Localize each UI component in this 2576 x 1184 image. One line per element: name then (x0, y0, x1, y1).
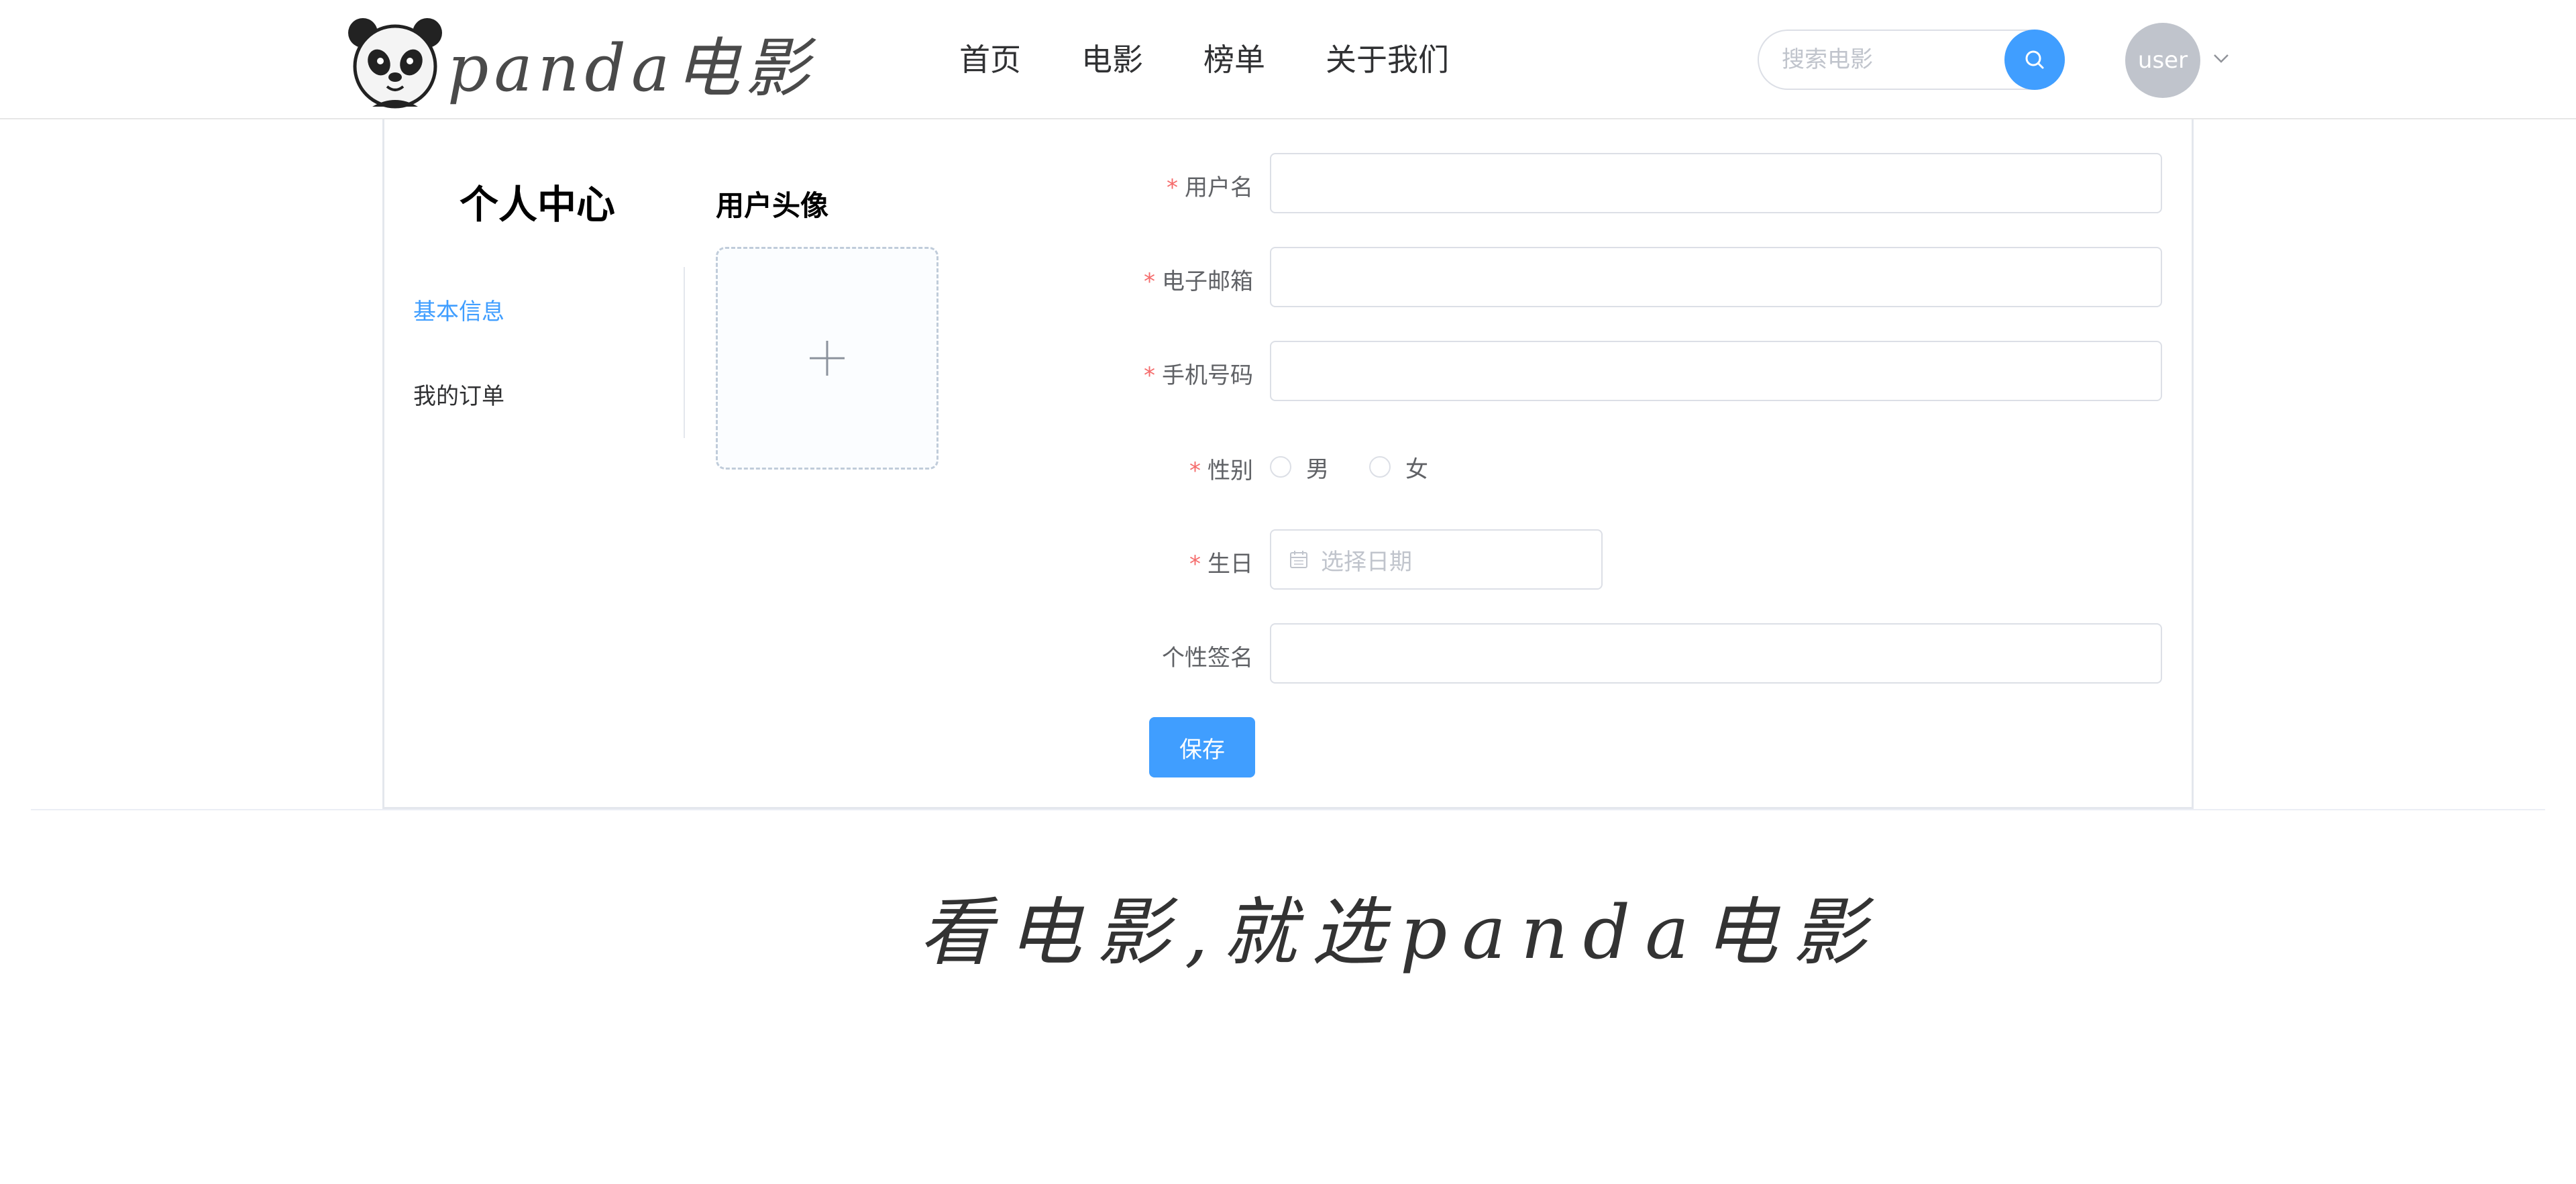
required-mark: * (1189, 551, 1201, 578)
radio-circle-icon (1270, 456, 1291, 478)
username-field[interactable] (1270, 153, 2162, 213)
nav-item-movies[interactable]: 电影 (1081, 32, 1143, 87)
site-logo[interactable]: panda电影 (345, 12, 814, 113)
signature-field[interactable] (1270, 623, 2162, 684)
username-label: * 用户名 (1167, 174, 1253, 201)
radio-circle-icon (1369, 456, 1391, 478)
logo-text: panda电影 (447, 30, 815, 106)
birthday-label: * 生日 (1189, 551, 1253, 578)
save-button[interactable]: 保存 (1149, 717, 1255, 777)
calendar-icon (1290, 551, 1307, 568)
signature-label: 个性签名 (1162, 645, 1253, 671)
sidebar-divider (684, 267, 685, 438)
chevron-down-icon[interactable] (2212, 50, 2230, 67)
required-mark: * (1144, 268, 1155, 295)
search-button[interactable] (2004, 30, 2065, 90)
phone-field[interactable] (1270, 341, 2162, 401)
footer-slogan: 看电影,就选panda电影 (919, 890, 1881, 975)
email-label: * 电子邮箱 (1144, 268, 1253, 295)
gender-radio-male[interactable]: 男 (1270, 451, 1329, 484)
sidebar-item-my-orders[interactable]: 我的订单 (413, 378, 504, 411)
required-mark: * (1167, 174, 1178, 201)
main-nav: 首页 电影 榜单 关于我们 (959, 32, 1509, 87)
gender-radio-female[interactable]: 女 (1369, 451, 1428, 484)
gender-label: * 性别 (1189, 458, 1253, 484)
top-header: panda电影 首页 电影 榜单 关于我们 user (0, 0, 2576, 119)
search-input[interactable] (1782, 31, 1983, 89)
search-icon (2025, 50, 2044, 69)
nav-item-about[interactable]: 关于我们 (1326, 32, 1449, 87)
phone-label: * 手机号码 (1144, 362, 1253, 389)
required-mark: * (1144, 362, 1155, 389)
birthday-placeholder: 选择日期 (1321, 548, 1412, 576)
birthday-date-picker[interactable]: 选择日期 (1270, 529, 1603, 590)
footer-divider (31, 809, 2545, 810)
required-mark: * (1189, 458, 1201, 484)
user-avatar[interactable]: user (2125, 23, 2200, 98)
nav-item-home[interactable]: 首页 (959, 32, 1021, 87)
avatar-section-title: 用户头像 (716, 189, 829, 222)
sidebar-item-basic-info[interactable]: 基本信息 (413, 293, 504, 326)
nav-item-rankings[interactable]: 榜单 (1203, 32, 1265, 87)
plus-icon (810, 341, 845, 376)
gender-radio-group: 男 女 (1270, 451, 1468, 484)
avatar-uploader[interactable] (716, 247, 938, 470)
sidebar-title: 个人中心 (460, 182, 616, 227)
panda-logo-icon (345, 13, 445, 112)
email-field[interactable] (1270, 247, 2162, 307)
